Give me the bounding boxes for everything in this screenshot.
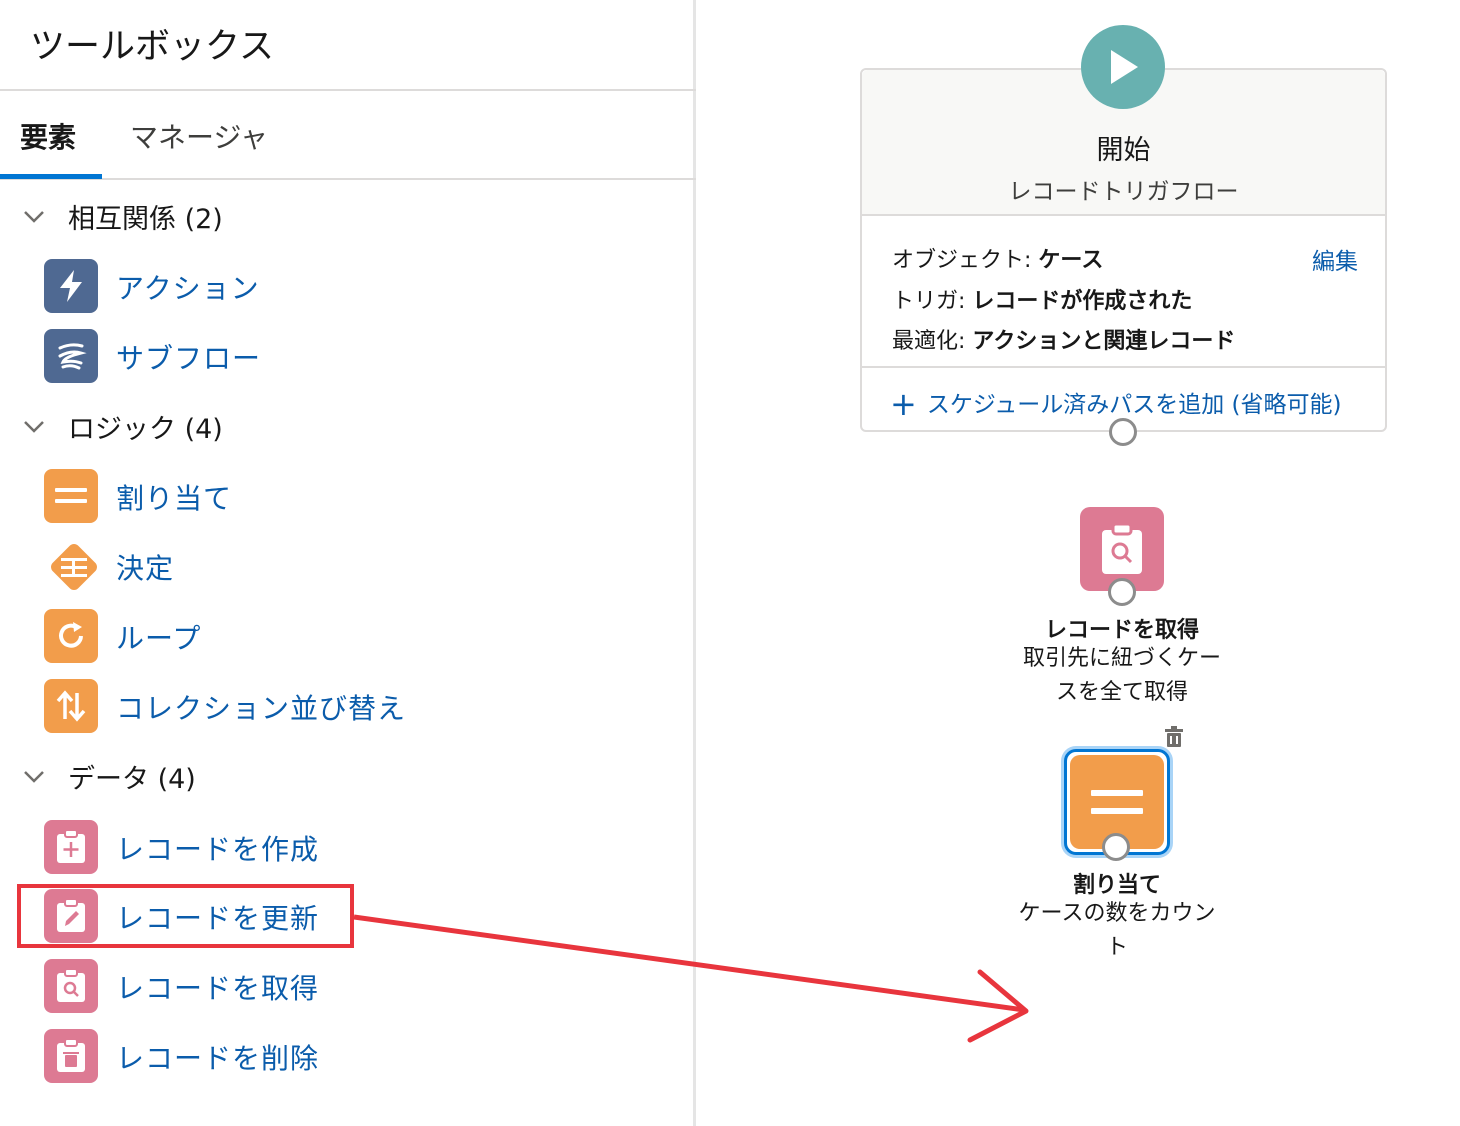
tool-item-collection-sort[interactable]: コレクション並び替え: [40, 679, 640, 735]
toolbox-panel: ツールボックス 要素 マネージャ 相互関係 (2) アクション サブフロー ロジ…: [0, 0, 696, 1126]
node-description: ケースの数をカウン ト: [995, 897, 1239, 965]
node-desc-line: スを全て取得: [1055, 680, 1188, 705]
prop-key: トリガ:: [892, 289, 966, 314]
prop-object: オブジェクト: ケース: [892, 242, 1103, 274]
node-title: レコードを取得: [1044, 618, 1199, 643]
tool-item-label: 決定: [116, 552, 175, 585]
prop-trigger: トリガ: レコードが作成された: [892, 283, 1192, 315]
connector-node[interactable]: [1109, 418, 1137, 446]
add-scheduled-path-link[interactable]: + スケジュール済みパスを追加 (省略可能): [890, 385, 1341, 423]
tool-item-subflow[interactable]: サブフロー: [40, 329, 640, 385]
toolbox-title: ツールボックス: [30, 27, 274, 67]
section-label: 相互関係 (2): [68, 203, 223, 235]
section-header-interactions[interactable]: 相互関係 (2): [0, 196, 300, 236]
node-description: 取引先に紐づくケー スを全て取得: [1000, 642, 1244, 710]
tool-item-record-create[interactable]: レコードを作成: [40, 820, 640, 876]
tool-item-record-lookup[interactable]: レコードを取得: [40, 959, 640, 1015]
edit-link[interactable]: 編集: [1312, 242, 1358, 276]
connector-node[interactable]: [1102, 833, 1130, 861]
tool-item-decision[interactable]: 決定: [40, 539, 640, 595]
tool-item-action[interactable]: アクション: [40, 259, 640, 315]
add-path-label: スケジュール済みパスを追加 (省略可能): [926, 392, 1342, 418]
start-title: 開始: [1096, 135, 1151, 166]
decision-icon: [51, 544, 97, 590]
tool-item-label: レコードを作成: [116, 833, 320, 866]
section-label: データ (4): [68, 763, 196, 795]
node-desc-line: ケースの数をカウン: [1018, 901, 1216, 926]
tool-item-record-delete[interactable]: レコードを削除: [40, 1029, 640, 1085]
loop-icon: [44, 609, 98, 663]
prop-value: アクションと関連レコード: [972, 329, 1236, 354]
tool-item-label: アクション: [116, 272, 260, 305]
subflow-icon: [44, 329, 98, 383]
sort-icon: [44, 679, 98, 733]
prop-optimize: 最適化: アクションと関連レコード: [892, 323, 1235, 355]
tool-item-loop[interactable]: ループ: [40, 609, 640, 665]
tool-item-label: サブフロー: [116, 342, 262, 375]
record-delete-icon: [44, 1029, 98, 1083]
tool-item-label: レコードを取得: [116, 972, 320, 1005]
record-create-icon: [44, 820, 98, 874]
chevron-down-icon: [24, 211, 44, 223]
node-desc-line: 取引先に紐づくケー: [1022, 646, 1221, 671]
prop-key: オブジェクト:: [892, 248, 1032, 273]
record-lookup-icon: [44, 959, 98, 1013]
divider: [0, 178, 696, 180]
trash-icon[interactable]: [1163, 726, 1185, 748]
divider: [862, 366, 1385, 368]
tab-elements[interactable]: 要素: [20, 116, 76, 156]
plus-icon: +: [890, 385, 917, 423]
section-header-data[interactable]: データ (4): [0, 756, 300, 796]
prop-value: レコードが作成された: [972, 289, 1193, 314]
node-title: 割り当て: [1072, 873, 1161, 898]
section-header-logic[interactable]: ロジック (4): [0, 406, 300, 446]
start-element-card[interactable]: 開始 レコードトリガフロー オブジェクト: ケース 編集 トリガ: レコードが作…: [860, 68, 1387, 432]
tool-item-label: ループ: [116, 622, 202, 655]
highlight-box: [17, 884, 354, 948]
chevron-down-icon: [24, 771, 44, 783]
prop-key: 最適化:: [892, 329, 966, 354]
chevron-down-icon: [24, 421, 44, 433]
connector-node[interactable]: [1108, 578, 1136, 606]
active-tab-indicator: [0, 174, 102, 179]
prop-value: ケース: [1038, 248, 1104, 273]
section-label: ロジック (4): [68, 413, 223, 445]
tool-item-assignment[interactable]: 割り当て: [40, 469, 640, 525]
lightning-icon: [44, 259, 98, 313]
play-icon: [1081, 25, 1165, 109]
tool-item-label: コレクション並び替え: [116, 692, 407, 725]
tab-manager[interactable]: マネージャ: [130, 116, 268, 156]
tool-item-label: 割り当て: [116, 482, 233, 515]
node-desc-line: ト: [1105, 935, 1128, 960]
equals-icon: [44, 469, 98, 523]
divider: [0, 89, 696, 91]
start-subtitle: レコードトリガフロー: [1008, 179, 1239, 205]
tool-item-label: レコードを削除: [116, 1042, 320, 1075]
